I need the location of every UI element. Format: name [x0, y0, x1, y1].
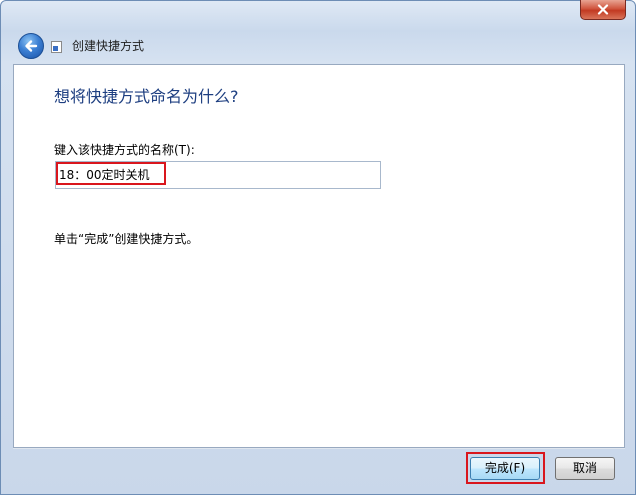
- window-title: 创建快捷方式: [72, 39, 145, 53]
- finish-button[interactable]: 完成(F): [470, 457, 540, 480]
- close-icon: [597, 4, 609, 15]
- cancel-button[interactable]: 取消: [555, 457, 615, 480]
- shortcut-name-label: 键入该快捷方式的名称(T):: [54, 143, 195, 157]
- shortcut-name-input[interactable]: 18：00定时关机: [55, 161, 381, 189]
- back-arrow-icon: [25, 40, 38, 52]
- footer-divider: [13, 448, 625, 449]
- back-button[interactable]: [18, 33, 44, 59]
- wizard-content: 想将快捷方式命名为什么? 键入该快捷方式的名称(T): 18：00定时关机 单击…: [13, 64, 625, 448]
- finish-hint-text: 单击“完成”创建快捷方式。: [54, 232, 199, 246]
- create-shortcut-window: 创建快捷方式 想将快捷方式命名为什么? 键入该快捷方式的名称(T): 18：00…: [0, 0, 636, 495]
- page-heading: 想将快捷方式命名为什么?: [54, 87, 239, 106]
- shortcut-icon: [51, 41, 62, 53]
- close-button[interactable]: [580, 0, 626, 20]
